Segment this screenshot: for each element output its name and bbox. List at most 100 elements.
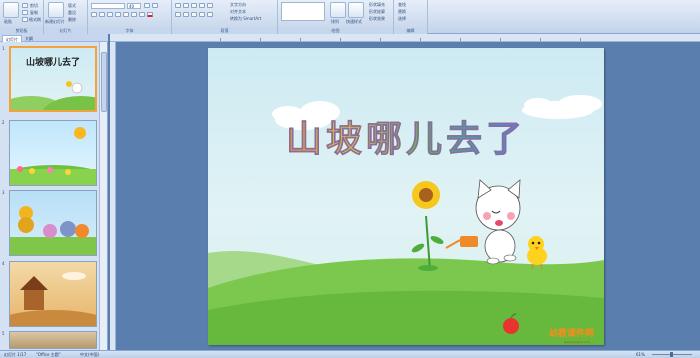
panel-tabs: 幻灯片 大纲 [0,34,108,42]
bold-icon[interactable] [91,12,97,17]
sunflower [411,181,444,271]
watering-can [445,236,478,249]
quick-styles-label[interactable]: 快速样式 [346,19,362,25]
paste-label: 粘贴 [4,19,12,24]
shrink-font-icon[interactable] [152,3,158,8]
format-painter-icon[interactable] [22,17,28,22]
language-status[interactable]: 中文(中国) [80,351,99,358]
slide-number: 4 [2,261,5,266]
numbering-icon[interactable] [183,3,189,8]
zoom-level[interactable]: 61% [636,351,645,358]
tab-outline[interactable]: 大纲 [22,35,36,42]
slide-thumbnail-3[interactable] [9,190,97,256]
spacing-icon[interactable] [131,12,137,17]
slide-title[interactable]: 山坡哪儿去了 [208,110,604,162]
select-button[interactable]: 选择 [398,16,406,22]
strikethrough-icon[interactable] [115,12,121,17]
scrollbar-thumb[interactable] [101,52,107,112]
find-button[interactable]: 查找 [398,2,406,8]
status-bar: 幻灯片 1/17 "Office 主题" 中文(中国) 61% [0,350,700,358]
slides-panel: 幻灯片 大纲 1 山坡哪儿去了 2 3 4 5 [0,34,108,350]
cut-icon[interactable] [22,3,28,8]
copy-icon[interactable] [22,10,28,15]
slide-4-preview [10,272,96,326]
arrange-label[interactable]: 排列 [331,19,339,25]
slide-number: 2 [2,120,5,125]
clipboard-group: 粘贴 剪切 复制 格式刷 剪贴板 [0,0,44,34]
zoom-slider-handle[interactable] [670,352,673,357]
slides-panel-scrollbar[interactable] [99,42,107,350]
horizontal-ruler [110,34,700,42]
reset-button[interactable]: 重设 [68,10,76,16]
paste-button[interactable] [3,2,19,18]
theme-status[interactable]: "Office 主题" [36,351,61,358]
copy-label[interactable]: 复制 [30,10,38,16]
layout-button[interactable]: 版式 [68,3,76,9]
slide-thumbnail-2[interactable] [9,120,97,186]
columns-icon[interactable] [207,12,213,17]
slide-thumbnail-5[interactable] [9,331,97,349]
slide-thumbnail-4[interactable] [9,261,97,327]
new-slide-button[interactable] [48,2,64,18]
shape-fill-button[interactable]: 形状填充 [369,2,385,8]
ruler-tick [380,38,381,41]
arrange-button[interactable] [330,2,346,18]
quick-styles-button[interactable] [348,2,364,18]
ruler-tick [500,38,501,41]
ruler-tick [540,38,541,41]
slide-2-preview [10,127,96,185]
case-icon[interactable] [139,12,145,17]
slide-1-title: 山坡哪儿去了 [25,58,80,68]
slide-illustration [208,95,604,345]
slide-number: 3 [2,190,5,195]
smartart-button[interactable]: 转换为 SmartArt [230,16,261,22]
watermark-url: www.youjiao.com [563,340,590,344]
slide-number: 5 [2,331,5,336]
bullets-icon[interactable] [175,3,181,8]
ruler-tick [420,38,421,41]
align-center-icon[interactable] [183,12,189,17]
align-right-icon[interactable] [191,12,197,17]
grow-font-icon[interactable] [144,3,150,8]
format-painter-label[interactable]: 格式刷 [29,17,41,23]
underline-icon[interactable] [107,12,113,17]
vertical-ruler [110,42,116,350]
font-family-select[interactable] [91,3,125,9]
align-left-icon[interactable] [175,12,181,17]
shape-outline-button[interactable]: 形状轮廓 [369,9,385,15]
ruler-tick [220,38,221,41]
ruler-tick [460,38,461,41]
ruler-tick [260,38,261,41]
align-text-button[interactable]: 对齐文本 [230,9,246,15]
ruler-tick [580,38,581,41]
current-slide[interactable]: 山坡哪儿去了 幼教课件网 www.youjiao.com [208,48,604,345]
line-spacing-icon[interactable] [207,3,213,8]
cat [475,179,521,265]
paragraph-group: 文字方向 对齐文本 转换为 SmartArt 段落 [172,0,278,34]
drawing-group: 排列 快速样式 形状填充 形状轮廓 形状效果 绘图 [278,0,394,34]
ribbon: 粘贴 剪切 复制 格式刷 剪贴板 新建幻灯片 版式 重设 删除 幻灯片 40 字… [0,0,700,34]
delete-button[interactable]: 删除 [68,17,76,23]
replace-button[interactable]: 替换 [398,9,406,15]
shapes-gallery[interactable] [281,2,325,21]
text-direction-button[interactable]: 文字方向 [230,2,246,8]
shape-effects-button[interactable]: 形状效果 [369,16,385,22]
ruler-tick [340,38,341,41]
slide-count-status: 幻灯片 1/17 [4,352,27,357]
decrease-indent-icon[interactable] [191,3,197,8]
editing-group: 查找 替换 选择 编辑 [394,0,428,34]
increase-indent-icon[interactable] [199,3,205,8]
shadow-icon[interactable] [123,12,129,17]
slides-group: 新建幻灯片 版式 重设 删除 幻灯片 [44,0,88,34]
ruler-tick [300,38,301,41]
font-group: 40 字体 [88,0,172,34]
cut-label[interactable]: 剪切 [30,3,38,9]
font-size-select[interactable]: 40 [127,3,141,9]
font-color-icon[interactable] [147,12,153,17]
slide-thumbnail-1[interactable]: 山坡哪儿去了 [9,46,97,112]
justify-icon[interactable] [199,12,205,17]
slide-3-preview [10,206,96,255]
tab-slides[interactable]: 幻灯片 [2,35,22,42]
new-slide-label[interactable]: 新建幻灯片 [45,19,65,25]
italic-icon[interactable] [99,12,105,17]
